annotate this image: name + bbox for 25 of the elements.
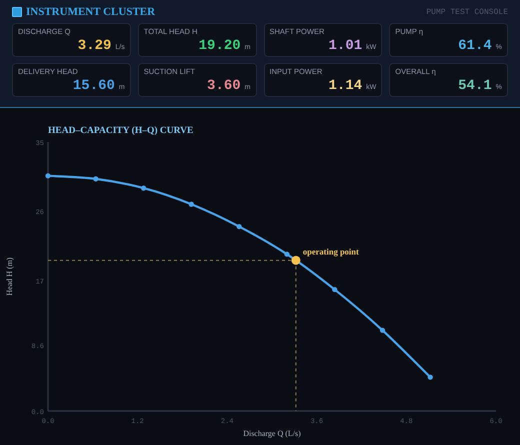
- data-point: [140, 186, 146, 191]
- operating-point-marker: [291, 256, 300, 265]
- data-point: [236, 224, 242, 230]
- console-label: PUMP TEST CONSOLE: [426, 8, 508, 16]
- gauge-value: 1.01: [328, 39, 362, 53]
- gauge-value: 3.29: [78, 39, 112, 53]
- data-point: [428, 374, 433, 380]
- chart-title: HEAD–CAPACITY (H–Q) CURVE: [48, 126, 194, 136]
- gauge-value: 15.60: [72, 79, 115, 93]
- annotation-label: operating point: [302, 246, 359, 256]
- square-icon: [12, 7, 22, 17]
- gauge-value: 54.1: [458, 79, 492, 93]
- gauge-value: 61.4: [458, 39, 492, 53]
- data-point: [188, 202, 194, 207]
- gauge-value: 1.14: [328, 79, 362, 93]
- y-axis-label: Head H (m): [5, 257, 14, 296]
- gauge-value: 19.20: [198, 39, 241, 53]
- data-point: [45, 173, 51, 178]
- data-point: [380, 328, 386, 333]
- gauge-value: 3.60: [207, 79, 241, 93]
- data-point: [284, 252, 290, 257]
- x-axis-label: Discharge Q (L/s): [243, 429, 301, 438]
- panel-title: INSTRUMENT CLUSTER: [26, 6, 156, 18]
- data-point: [93, 176, 98, 182]
- data-point: [332, 286, 338, 292]
